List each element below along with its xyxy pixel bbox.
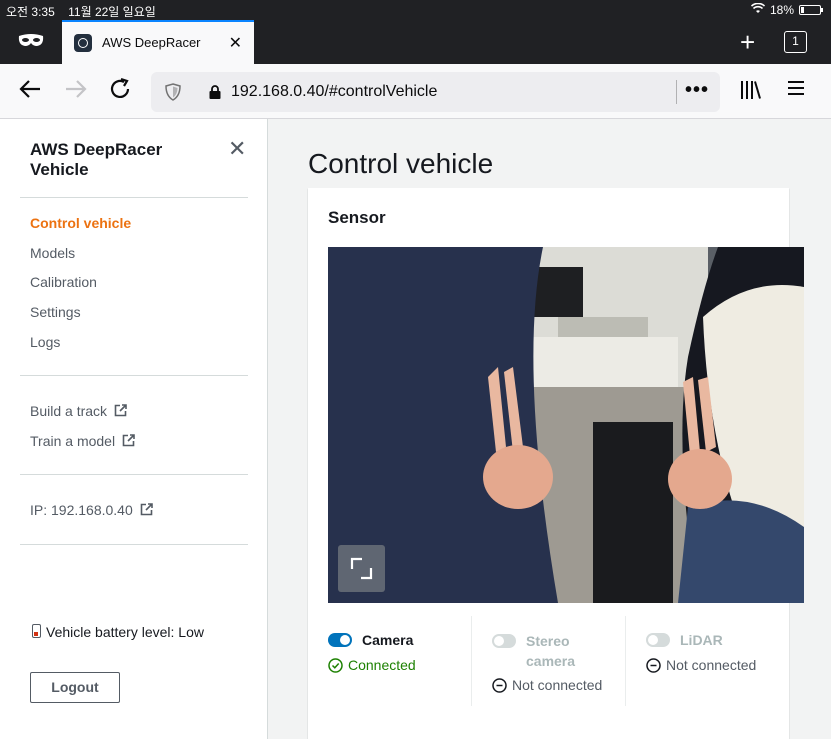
stereo-camera-toggle[interactable] [492,634,516,648]
battery-level-text: Vehicle battery level: Low [46,624,204,640]
sidebar-item-calibration[interactable]: Calibration [30,274,97,290]
minus-circle-icon [492,677,507,693]
sensor-status-text: Connected [348,657,416,673]
camera-toggle[interactable] [328,633,352,647]
forward-arrow-icon[interactable] [62,76,88,106]
private-mask-icon[interactable] [18,33,44,49]
library-icon[interactable] [740,80,762,106]
sensor-stereo-camera: Stereo camera Not connected [492,632,602,693]
sensor-name: Camera [362,632,414,648]
close-tab-icon[interactable]: ✕ [229,33,242,53]
tab-count-button[interactable]: 1 [784,31,807,53]
url-text[interactable]: 192.168.0.40/#controlVehicle [231,83,437,101]
external-link-icon [122,434,135,447]
sensor-status: Not connected [492,677,602,693]
tab-title: AWS DeepRacer [102,35,201,50]
divider [20,474,248,475]
sensor-name: LiDAR [680,632,723,648]
battery-icon [799,5,823,15]
url-divider [676,80,677,104]
logout-button[interactable]: Logout [30,672,120,703]
build-track-label: Build a track [30,403,108,419]
tracking-shield-icon[interactable] [165,83,181,101]
sidebar: AWS DeepRacer Vehicle ✕ Control vehicle … [0,119,268,739]
lock-icon[interactable] [209,85,221,99]
sensor-card: Sensor Camera Connected Stereo camera No… [308,188,804,739]
sensor-camera: Camera Connected [328,632,416,673]
expand-icon [350,557,373,580]
camera-feed-image [328,247,804,603]
sidebar-item-logs[interactable]: Logs [30,334,60,350]
sensor-status: Connected [328,657,416,673]
new-tab-icon[interactable]: + [740,27,755,58]
ip-address-link[interactable]: IP: 192.168.0.40 [30,502,153,518]
divider [20,197,248,198]
train-model-label: Train a model [30,433,116,449]
divider [625,616,626,706]
camera-feed [328,247,804,603]
close-sidebar-icon[interactable]: ✕ [228,136,246,162]
divider [20,544,248,545]
clock: 오전 3:35 [6,5,55,19]
deepracer-favicon-icon [74,34,92,52]
tab-bar: AWS DeepRacer ✕ + 1 [0,20,831,64]
date: 11월 22일 일요일 [68,5,156,19]
train-model-link[interactable]: Train a model [30,433,135,449]
battery-percent: 18% [769,3,794,17]
sensor-status-text: Not connected [666,657,757,673]
reload-icon[interactable] [107,76,133,106]
hamburger-menu-icon[interactable] [787,77,805,103]
lidar-toggle[interactable] [646,633,670,647]
battery-low-icon [32,624,41,638]
navigation-bar: 192.168.0.40/#controlVehicle ••• [0,64,831,119]
divider [471,616,472,706]
sensor-status-text: Not connected [512,677,603,693]
sidebar-item-models[interactable]: Models [30,245,75,261]
sensor-name: Stereo camera [526,633,576,669]
status-bar: 오전 3:35 11월 22일 일요일 18% [0,0,831,20]
active-tab[interactable]: AWS DeepRacer ✕ [62,20,254,64]
sensor-heading: Sensor [328,208,386,227]
wifi-icon [750,2,766,17]
page-actions-icon[interactable]: ••• [685,79,709,102]
back-arrow-icon[interactable] [18,76,44,106]
ip-address: IP: 192.168.0.40 [30,502,133,518]
sensor-status: Not connected [646,657,756,673]
external-link-icon [114,404,127,417]
divider [20,375,248,376]
fullscreen-button[interactable] [338,545,385,592]
sidebar-title: AWS DeepRacer Vehicle [30,140,163,179]
url-bar[interactable]: 192.168.0.40/#controlVehicle ••• [151,72,720,112]
sensor-lidar: LiDAR Not connected [646,632,756,673]
sidebar-item-settings[interactable]: Settings [30,304,81,320]
page-title: Control vehicle [308,148,494,179]
vehicle-battery-status: Vehicle battery level: Low [32,624,204,640]
check-circle-icon [328,657,343,673]
minus-circle-icon [646,657,661,673]
external-link-icon [140,503,153,516]
sidebar-item-control-vehicle[interactable]: Control vehicle [30,215,131,231]
build-track-link[interactable]: Build a track [30,403,127,419]
